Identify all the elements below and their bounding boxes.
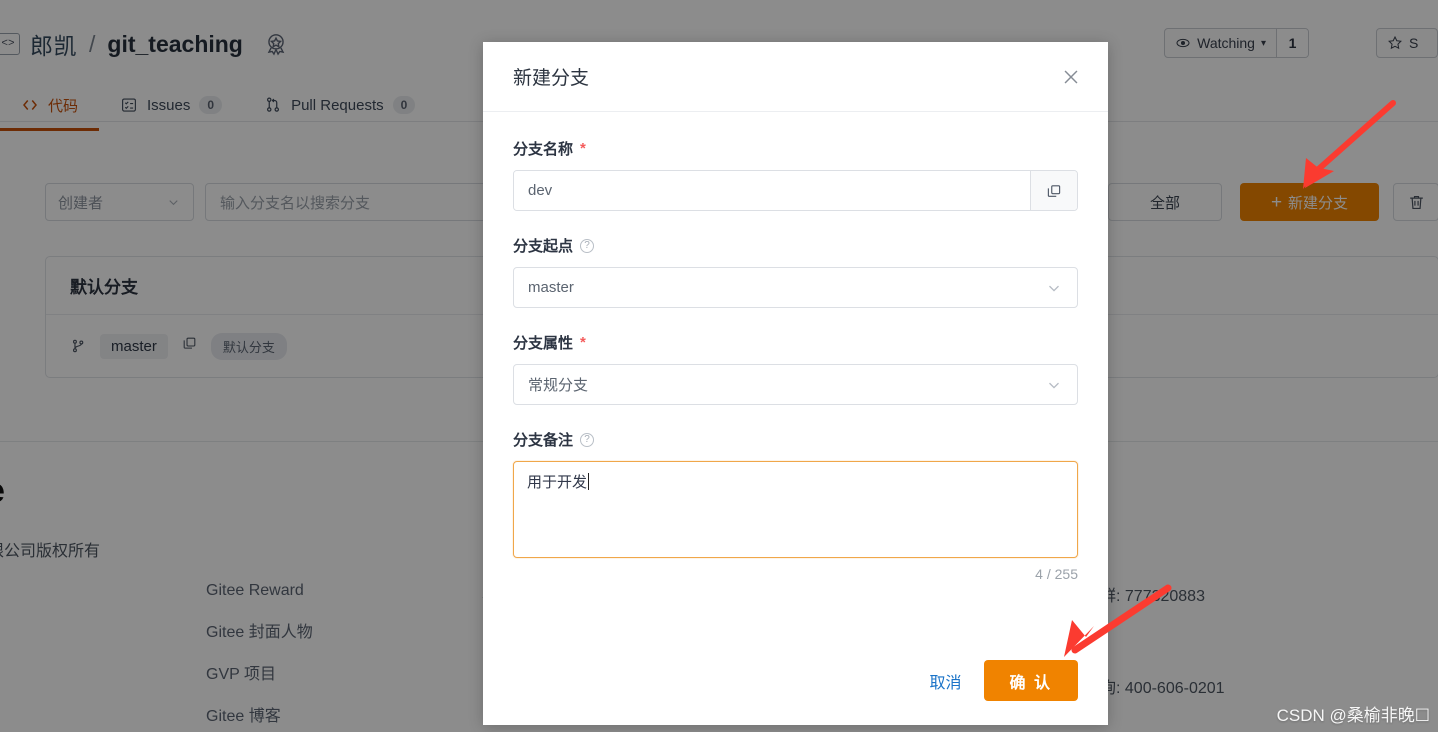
dialog-footer: 取消 确 认 — [483, 660, 1108, 725]
text-cursor — [588, 473, 590, 490]
question-circle-icon[interactable]: ? — [580, 432, 595, 447]
chevron-down-icon — [1049, 285, 1059, 292]
cancel-button[interactable]: 取消 — [926, 663, 966, 699]
branch-start-label: 分支起点 — [513, 238, 574, 255]
required-marker: * — [580, 140, 586, 157]
copy-icon[interactable] — [1030, 171, 1077, 210]
field-branch-name: 分支名称 * dev — [513, 138, 1078, 211]
screen-root: <> 郎凯 / git_teaching Watching ▾ 1 S 代码 I… — [0, 0, 1438, 732]
dialog-header: 新建分支 — [483, 42, 1108, 112]
field-branch-start: 分支起点 ? master — [513, 235, 1078, 308]
branch-start-select[interactable]: master — [513, 267, 1078, 308]
required-marker: * — [580, 334, 586, 351]
close-icon[interactable] — [1056, 62, 1086, 92]
branch-note-value: 用于开发 — [527, 474, 588, 491]
branch-name-input[interactable]: dev — [514, 171, 1030, 210]
branch-name-label: 分支名称 — [513, 141, 574, 158]
branch-name-input-group[interactable]: dev — [513, 170, 1078, 211]
branch-type-label-row: 分支属性 * — [513, 332, 1078, 353]
field-branch-note: 分支备注 ? 用于开发 4 / 255 — [513, 429, 1078, 582]
branch-start-value: master — [528, 279, 574, 296]
dialog-body: 分支名称 * dev 分支起点 ? master 分支属性 * 常规分支 分支备… — [483, 112, 1108, 642]
watermark: CSDN @桑榆非晚☐ — [1276, 706, 1430, 725]
branch-name-label-row: 分支名称 * — [513, 138, 1078, 159]
branch-note-textarea[interactable]: 用于开发 — [513, 461, 1078, 558]
confirm-button[interactable]: 确 认 — [983, 660, 1078, 701]
branch-type-value: 常规分支 — [528, 377, 589, 394]
branch-note-label-row: 分支备注 ? — [513, 429, 1078, 450]
field-branch-type: 分支属性 * 常规分支 — [513, 332, 1078, 405]
new-branch-dialog: 新建分支 分支名称 * dev 分支起点 ? master 分支属性 * 常规分… — [483, 42, 1108, 725]
branch-note-label: 分支备注 — [513, 432, 574, 449]
character-counter: 4 / 255 — [1035, 566, 1078, 582]
dialog-title: 新建分支 — [513, 68, 590, 89]
branch-type-select[interactable]: 常规分支 — [513, 364, 1078, 405]
chevron-down-icon — [1049, 382, 1059, 389]
branch-type-label: 分支属性 — [513, 335, 574, 352]
branch-start-label-row: 分支起点 ? — [513, 235, 1078, 256]
question-circle-icon[interactable]: ? — [580, 238, 595, 253]
